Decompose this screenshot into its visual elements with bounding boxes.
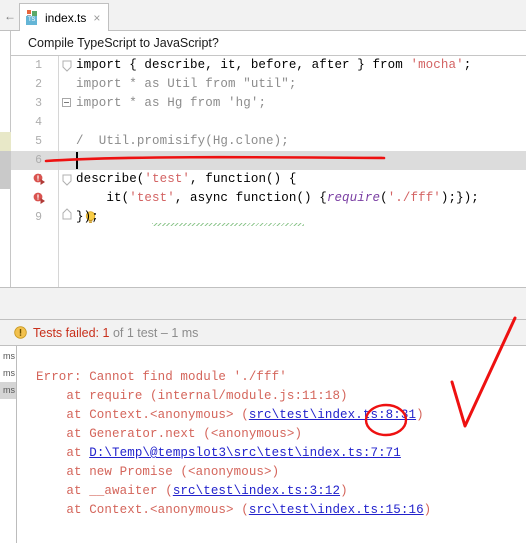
code-seg: (	[380, 191, 388, 205]
code-seg: require	[326, 191, 381, 205]
console-line: at Context.<anonymous> (src\test\index.t…	[36, 406, 424, 425]
code-seg: ;	[258, 96, 267, 110]
code-seg: /	[76, 134, 84, 148]
code-text: });	[76, 208, 99, 227]
code-seg: './fff'	[387, 191, 441, 205]
console-seg: at require (internal/module.js:11:18)	[36, 389, 348, 403]
code-text: it('test', async function() {require('./…	[76, 189, 479, 208]
console-line: at D:\Temp\@tempslot3\src\test\index.ts:…	[36, 444, 401, 463]
code-seg: import { describe, it, before, after } f…	[76, 58, 411, 72]
panel-divider[interactable]	[0, 287, 526, 320]
close-icon[interactable]: ×	[93, 12, 100, 24]
code-seg: 'hg'	[228, 96, 259, 110]
test-status-bar: Tests failed: 1 of 1 test – 1 ms	[0, 320, 526, 346]
console-seg: at __awaiter (	[36, 484, 173, 498]
code-seg: ;	[288, 77, 297, 91]
code-seg: , function() {	[190, 172, 297, 186]
code-text: describe('test', function() {	[76, 170, 296, 189]
code-seg: , async function() {	[174, 191, 327, 205]
code-text: import * as Util from "util";	[76, 75, 296, 94]
code-line-9[interactable]: });	[0, 208, 526, 227]
code-seg: "util"	[243, 77, 289, 91]
code-seg: 'test'	[144, 172, 191, 186]
code-seg: });	[76, 210, 99, 224]
code-seg: it(	[76, 191, 130, 205]
code-line-2[interactable]: import * as Util from "util";	[0, 75, 526, 94]
tab-index-ts[interactable]: TS index.ts ×	[19, 3, 110, 31]
code-line-1[interactable]: import { describe, it, before, after } f…	[0, 56, 526, 75]
warning-icon	[14, 326, 27, 339]
tests-duration: – 1 ms	[160, 325, 199, 340]
code-line-7[interactable]: describe('test', function() {	[0, 170, 526, 189]
console-seg: at	[36, 446, 90, 460]
code-seg: import * as Hg from	[76, 96, 229, 110]
tests-total-label: of 1 test	[112, 325, 158, 340]
console-line: at require (internal/module.js:11:18)	[36, 387, 348, 406]
tab-title: index.ts	[45, 10, 87, 25]
console-seg: at Context.<anonymous> (	[36, 503, 249, 517]
test-tree-row[interactable]: ms	[0, 348, 16, 365]
console-line: Error: Cannot find module './fff'	[36, 368, 287, 387]
test-output-console[interactable]: ms ms ms Error: Cannot find module './ff…	[0, 346, 526, 543]
test-tree-sidebar[interactable]: ms ms ms	[0, 346, 17, 543]
stack-frame-link[interactable]: src\test\index.ts:8:31	[249, 408, 416, 422]
ide-window: ← TS index.ts × Compile TypeScript to Ja…	[0, 0, 526, 543]
code-text: import * as Hg from 'hg';	[76, 94, 266, 113]
console-seg: )	[340, 484, 348, 498]
code-text: import { describe, it, before, after } f…	[76, 56, 471, 75]
compile-prompt-banner[interactable]: Compile TypeScript to JavaScript?	[0, 31, 526, 56]
code-line-6[interactable]	[0, 151, 526, 170]
code-seg: 'mocha'	[410, 58, 464, 72]
console-seg: at new Promise (<anonymous>)	[36, 465, 280, 479]
tests-failed-label: Tests failed:	[33, 325, 100, 340]
test-tree-row[interactable]: ms	[0, 365, 16, 382]
test-status-text: Tests failed: 1 of 1 test – 1 ms	[33, 326, 198, 340]
console-line: at Generator.next (<anonymous>)	[36, 425, 302, 444]
stack-frame-link[interactable]: src\test\index.ts:15:16	[249, 503, 424, 517]
code-seg: );});	[440, 191, 479, 205]
code-line-3[interactable]: import * as Hg from 'hg';	[0, 94, 526, 113]
banner-left-strip	[0, 31, 11, 56]
code-seg: import * as Util from	[76, 77, 244, 91]
console-seg: at Generator.next (<anonymous>)	[36, 427, 303, 441]
code-line-4[interactable]	[0, 113, 526, 132]
console-line: at __awaiter (src\test\index.ts:3:12)	[36, 482, 348, 501]
test-tree-row-selected[interactable]: ms	[0, 382, 16, 399]
code-seg: describe(	[76, 172, 145, 186]
code-seg: Util.promisify(Hg.clone);	[83, 134, 289, 148]
console-seg: Error: Cannot find module './fff'	[36, 370, 287, 384]
code-seg: 'test'	[129, 191, 175, 205]
code-text: / Util.promisify(Hg.clone);	[76, 132, 289, 151]
console-line: at new Promise (<anonymous>)	[36, 463, 279, 482]
console-seg: at Context.<anonymous> (	[36, 408, 249, 422]
tab-scroll-left-icon[interactable]: ←	[3, 9, 17, 23]
ts-badge-label: TS	[26, 16, 37, 25]
editor-tab-bar: ← TS index.ts ×	[0, 0, 526, 31]
typescript-file-icon: TS	[26, 10, 40, 25]
text-caret	[76, 152, 78, 169]
console-seg: )	[416, 408, 424, 422]
compile-prompt-text: Compile TypeScript to JavaScript?	[28, 36, 219, 50]
code-line-8[interactable]: it('test', async function() {require('./…	[0, 189, 526, 208]
code-seg: ;	[463, 58, 472, 72]
code-editor[interactable]: 1 2 3 4 5 6 7 8 9	[0, 56, 526, 287]
tests-failed-count: 1	[102, 325, 110, 340]
console-line: at Context.<anonymous> (src\test\index.t…	[36, 501, 431, 520]
stack-frame-link[interactable]: src\test\index.ts:3:12	[173, 484, 340, 498]
stack-frame-link[interactable]: D:\Temp\@tempslot3\src\test\index.ts:7:7…	[89, 446, 401, 460]
console-seg: )	[423, 503, 432, 517]
code-line-5[interactable]: / Util.promisify(Hg.clone);	[0, 132, 526, 226]
